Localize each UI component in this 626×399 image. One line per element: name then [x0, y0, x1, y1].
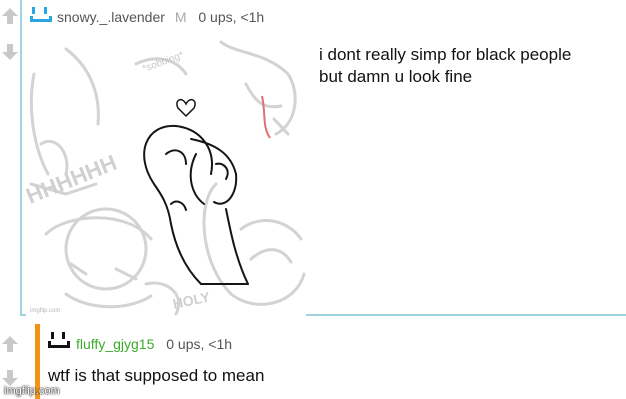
- down-arrow-icon: [2, 44, 18, 60]
- comment-meta: 0 ups, <1h: [198, 9, 265, 25]
- upvote-button[interactable]: [0, 332, 20, 358]
- upvote-button[interactable]: [0, 4, 20, 30]
- doodle-word-sobbing: *sobbing*: [141, 50, 185, 75]
- username[interactable]: fluffy_gjyg15: [76, 336, 154, 352]
- avatar[interactable]: [28, 3, 54, 32]
- vote-column-1: [0, 4, 20, 66]
- black-face-icon: [48, 332, 70, 348]
- comment-1-text: i dont really simp for black people but …: [319, 44, 619, 88]
- comment-2: fluffy_gjyg15 0 ups, <1h wtf is that sup…: [0, 324, 626, 399]
- meme-watermark: imgflip.com: [30, 308, 60, 314]
- comment-1-header: snowy._.lavender M 0 ups, <1h: [57, 9, 264, 25]
- site-watermark: imgflip.com: [4, 385, 60, 397]
- mod-badge: M: [174, 9, 187, 25]
- blue-face-icon: [30, 7, 52, 22]
- doodle-word-holy: HOLY: [171, 288, 212, 312]
- comment-text-line: i dont really simp for black people: [319, 45, 572, 64]
- comment-1: snowy._.lavender M 0 ups, <1h *sobbing* …: [0, 0, 626, 318]
- username[interactable]: snowy._.lavender: [57, 9, 165, 25]
- comment-2-header: fluffy_gjyg15 0 ups, <1h: [76, 336, 232, 352]
- comment-image[interactable]: *sobbing* HHHHHH HOLY imgflip.com: [26, 34, 306, 316]
- vote-column-2: [0, 332, 20, 392]
- comment-text-line: but damn u look fine: [319, 67, 473, 86]
- comment-meta: 0 ups, <1h: [166, 336, 233, 352]
- avatar[interactable]: [46, 329, 72, 358]
- up-arrow-icon: [2, 8, 18, 24]
- downvote-button[interactable]: [0, 40, 20, 66]
- up-arrow-icon: [2, 336, 18, 352]
- doodle-drawing: *sobbing* HHHHHH HOLY imgflip.com: [26, 40, 306, 316]
- comment-2-text: wtf is that supposed to mean: [48, 366, 265, 385]
